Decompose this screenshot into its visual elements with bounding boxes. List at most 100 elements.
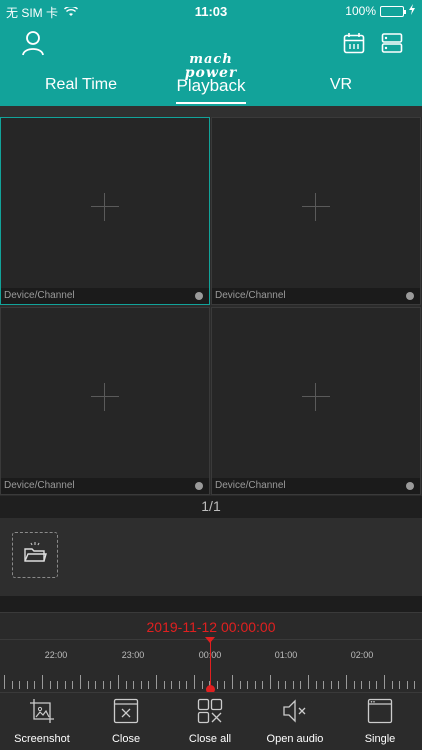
timeline-tick: [65, 681, 66, 689]
page-indicator: 1/1: [201, 498, 221, 514]
timeline-tick: [407, 681, 408, 689]
tab-playback[interactable]: Playback: [156, 76, 266, 96]
timeline-tick: [300, 681, 301, 689]
timeline-tick: [156, 675, 157, 689]
timeline-tick: [4, 675, 5, 689]
recording-files-panel: [0, 518, 422, 596]
timeline-tick: [88, 681, 89, 689]
timeline-tick: [72, 681, 73, 689]
active-tab-indicator: [176, 102, 246, 104]
audio-muted-icon: [281, 697, 309, 725]
calendar-icon[interactable]: [339, 28, 369, 58]
timeline-tick: [316, 681, 317, 689]
video-grid: Device/Channel Device/Channel Device/Cha…: [0, 106, 422, 496]
video-cell-3[interactable]: Device/Channel: [0, 307, 210, 495]
tab-vr[interactable]: VR: [286, 76, 396, 94]
timeline-tick: [346, 675, 347, 689]
close-all-button[interactable]: Close all: [168, 697, 252, 745]
battery-percent: 100%: [345, 4, 376, 18]
video-cell-1[interactable]: Device/Channel: [0, 117, 210, 305]
timeline-tick: [338, 681, 339, 689]
timeline-tick: [27, 681, 28, 689]
timeline-tick: [133, 681, 134, 689]
timeline-tick: [247, 681, 248, 689]
timeline-tick: [262, 681, 263, 689]
channel-label: Device/Channel: [215, 480, 286, 491]
device-list-icon[interactable]: [377, 28, 407, 58]
add-channel-icon[interactable]: [91, 383, 119, 412]
timeline-tick: [202, 681, 203, 689]
status-dot: [195, 292, 203, 300]
timeline-tick: [148, 681, 149, 689]
timeline-tick: [80, 675, 81, 689]
timeline-tick: [285, 681, 286, 689]
timeline-tick: [270, 675, 271, 689]
close-all-icon: [196, 697, 224, 725]
timeline-tick: [118, 675, 119, 689]
toolbar-label: Single: [364, 733, 396, 745]
playback-datetime: 2019-11-12 00:00:00: [146, 619, 276, 635]
screenshot-button[interactable]: Screenshot: [0, 697, 84, 745]
timeline-cursor[interactable]: [210, 641, 211, 689]
timeline-tick: [308, 675, 309, 689]
add-channel-icon[interactable]: [91, 193, 119, 222]
timeline-tick: [278, 681, 279, 689]
status-dot: [406, 482, 414, 490]
timeline-tick: [186, 681, 187, 689]
timeline-tick: [323, 681, 324, 689]
timeline-tick: [399, 681, 400, 689]
timeline-tick: [110, 681, 111, 689]
screenshot-icon: [28, 697, 56, 725]
tick-label: 02:00: [350, 650, 374, 660]
close-window-icon: [112, 697, 140, 725]
toolbar-label: Open audio: [266, 733, 324, 745]
timeline-tick: [141, 681, 142, 689]
tab-real-time[interactable]: Real Time: [26, 76, 136, 94]
single-window-icon: [366, 697, 394, 725]
tick-label: 01:00: [274, 650, 298, 660]
timeline-tick: [384, 675, 385, 689]
status-bar: 无 SIM 卡 11:03 100%: [0, 0, 422, 22]
timeline-tick: [103, 681, 104, 689]
timeline-tick: [34, 681, 35, 689]
video-cell-2[interactable]: Device/Channel: [211, 117, 421, 305]
timeline-tick: [240, 681, 241, 689]
battery-icon: [380, 5, 406, 17]
timeline-tick: [19, 681, 20, 689]
tick-label: 22:00: [44, 650, 68, 660]
timeline-tick: [95, 681, 96, 689]
user-icon[interactable]: [18, 28, 48, 58]
close-button[interactable]: Close: [84, 697, 168, 745]
timeline-tick: [293, 681, 294, 689]
bottom-toolbar: Screenshot Close Close all Open audio Si…: [0, 692, 422, 750]
status-dot: [195, 482, 203, 490]
add-channel-icon[interactable]: [302, 383, 330, 412]
timeline-tick: [361, 681, 362, 689]
timeline-tick: [224, 681, 225, 689]
open-folder-button[interactable]: [12, 532, 58, 578]
timeline-tick: [164, 681, 165, 689]
timeline-tick: [376, 681, 377, 689]
charging-icon: [408, 4, 416, 18]
open-audio-button[interactable]: Open audio: [253, 697, 337, 745]
timeline-tick: [369, 681, 370, 689]
timeline-tick: [194, 675, 195, 689]
timeline-tick: [171, 681, 172, 689]
channel-label: Device/Channel: [4, 290, 75, 301]
timeline-tick: [414, 681, 415, 689]
video-cell-4[interactable]: Device/Channel: [211, 307, 421, 495]
single-button[interactable]: Single: [338, 697, 422, 745]
tick-label: 23:00: [121, 650, 145, 660]
app-header: 无 SIM 卡 11:03 100% mach power Real Time …: [0, 0, 422, 106]
toolbar-label: Close: [111, 733, 141, 745]
timeline-tick: [232, 675, 233, 689]
add-channel-icon[interactable]: [302, 193, 330, 222]
timeline-tick: [50, 681, 51, 689]
timeline-tick: [354, 681, 355, 689]
channel-label: Device/Channel: [215, 290, 286, 301]
toolbar-label: Screenshot: [14, 733, 70, 745]
timeline-tick: [179, 681, 180, 689]
timeline-tick: [42, 675, 43, 689]
tab-bar: Real Time Playback VR: [0, 72, 422, 106]
playback-timeline[interactable]: 2019-11-12 00:00:00 22:00 23:00 00:00 01…: [0, 612, 422, 694]
